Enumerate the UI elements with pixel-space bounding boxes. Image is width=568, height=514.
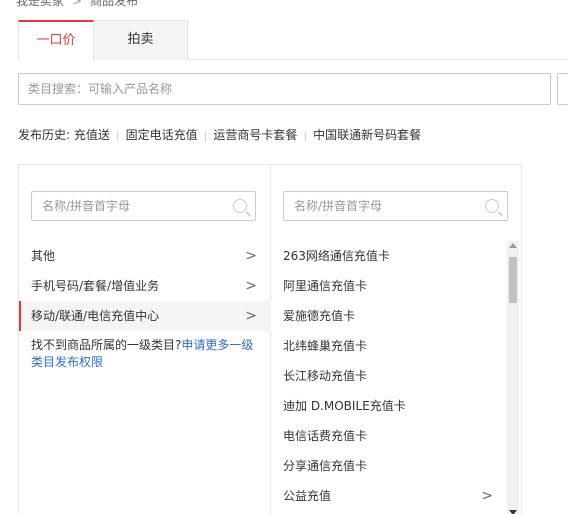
list-item[interactable]: 迪加 D.MOBILE充值卡 (271, 391, 503, 421)
history-label: 发布历史: (18, 128, 71, 142)
history-item[interactable]: 充值送 (74, 128, 110, 142)
search-icon[interactable] (485, 199, 499, 213)
category-selector: 名称/拼音首字母 其他 > 手机号码/套餐/增值业务 > 移动/联通/电信充值中… (18, 164, 522, 514)
history-item[interactable]: 中国联通新号码套餐 (313, 128, 421, 142)
list-item[interactable]: 263网络通信充值卡 (271, 241, 503, 271)
breadcrumb-parent[interactable]: 我是卖家 (16, 0, 64, 8)
level2-scrollbar[interactable] (507, 241, 519, 514)
list-item[interactable]: 爱施德充值卡 (271, 301, 503, 331)
search-icon[interactable] (233, 199, 247, 213)
list-item[interactable]: 分享通信充值卡 (271, 451, 503, 481)
category-item-label: 公益充值 (283, 489, 332, 503)
level2-list: 263网络通信充值卡 阿里通信充值卡 爱施德充值卡 北纬蜂巢充值卡 长江移动充值… (271, 241, 503, 511)
category-search-input[interactable]: 类目搜索：可输入产品名称 (18, 73, 551, 105)
category-column-level1: 名称/拼音首字母 其他 > 手机号码/套餐/增值业务 > 移动/联通/电信充值中… (19, 165, 271, 514)
history-divider: | (303, 129, 308, 142)
history-item[interactable]: 固定电话充值 (126, 128, 198, 142)
category-column-level2: 名称/拼音首字母 263网络通信充值卡 阿里通信充值卡 爱施德充值卡 北纬蜂巢充… (271, 165, 521, 514)
publish-type-tabs: 一口价 拍卖 (18, 20, 568, 61)
scrollbar-thumb[interactable] (509, 257, 517, 303)
chevron-right-icon: > (481, 488, 493, 504)
tab-fixed-price[interactable]: 一口价 (18, 20, 94, 61)
category-item-recharge-center[interactable]: 移动/联通/电信充值中心 > (19, 301, 271, 331)
scroll-up-arrow-icon[interactable] (509, 243, 517, 248)
history-divider: | (115, 129, 120, 142)
scroll-down-arrow-icon[interactable] (509, 510, 517, 514)
level2-filter-placeholder: 名称/拼音首字母 (294, 199, 383, 213)
breadcrumb-current: 商品发布 (90, 0, 139, 8)
list-item[interactable]: 阿里通信充值卡 (271, 271, 503, 301)
category-item-label: 手机号码/套餐/增值业务 (31, 279, 160, 293)
list-item-charity-recharge[interactable]: 公益充值 > (271, 481, 503, 511)
notice-text: 找不到商品所属的一级类目? (31, 338, 182, 352)
level1-list: 其他 > 手机号码/套餐/增值业务 > 移动/联通/电信充值中心 > (19, 241, 271, 331)
level2-filter-input[interactable]: 名称/拼音首字母 (283, 191, 508, 221)
breadcrumb: 我是卖家 > 商品发布 (16, 0, 138, 9)
publish-history: 发布历史: 充值送 | 固定电话充值 | 运营商号卡套餐 | 中国联通新号码套餐 (18, 126, 421, 143)
history-divider: | (203, 129, 208, 142)
list-item[interactable]: 北纬蜂巢充值卡 (271, 331, 503, 361)
category-item-label: 移动/联通/电信充值中心 (31, 309, 160, 323)
list-item[interactable]: 长江移动充值卡 (271, 361, 503, 391)
history-item[interactable]: 运营商号卡套餐 (213, 128, 297, 142)
level1-filter-input[interactable]: 名称/拼音首字母 (31, 191, 256, 221)
chevron-right-icon: > (245, 278, 257, 294)
chevron-right-icon: > (245, 248, 257, 264)
list-item[interactable]: 电信话费充值卡 (271, 421, 503, 451)
chevron-right-icon: > (245, 308, 257, 324)
category-permission-notice: 找不到商品所属的一级类目?申请更多一级类目发布权限 (31, 337, 263, 371)
category-item-other[interactable]: 其他 > (19, 241, 271, 271)
category-item-phone-number[interactable]: 手机号码/套餐/增值业务 > (19, 271, 271, 301)
category-item-label: 其他 (31, 249, 56, 263)
tab-auction[interactable]: 拍卖 (94, 20, 188, 60)
category-search-button[interactable] (557, 73, 568, 105)
level1-filter-placeholder: 名称/拼音首字母 (42, 199, 131, 213)
breadcrumb-separator: > (72, 0, 83, 8)
